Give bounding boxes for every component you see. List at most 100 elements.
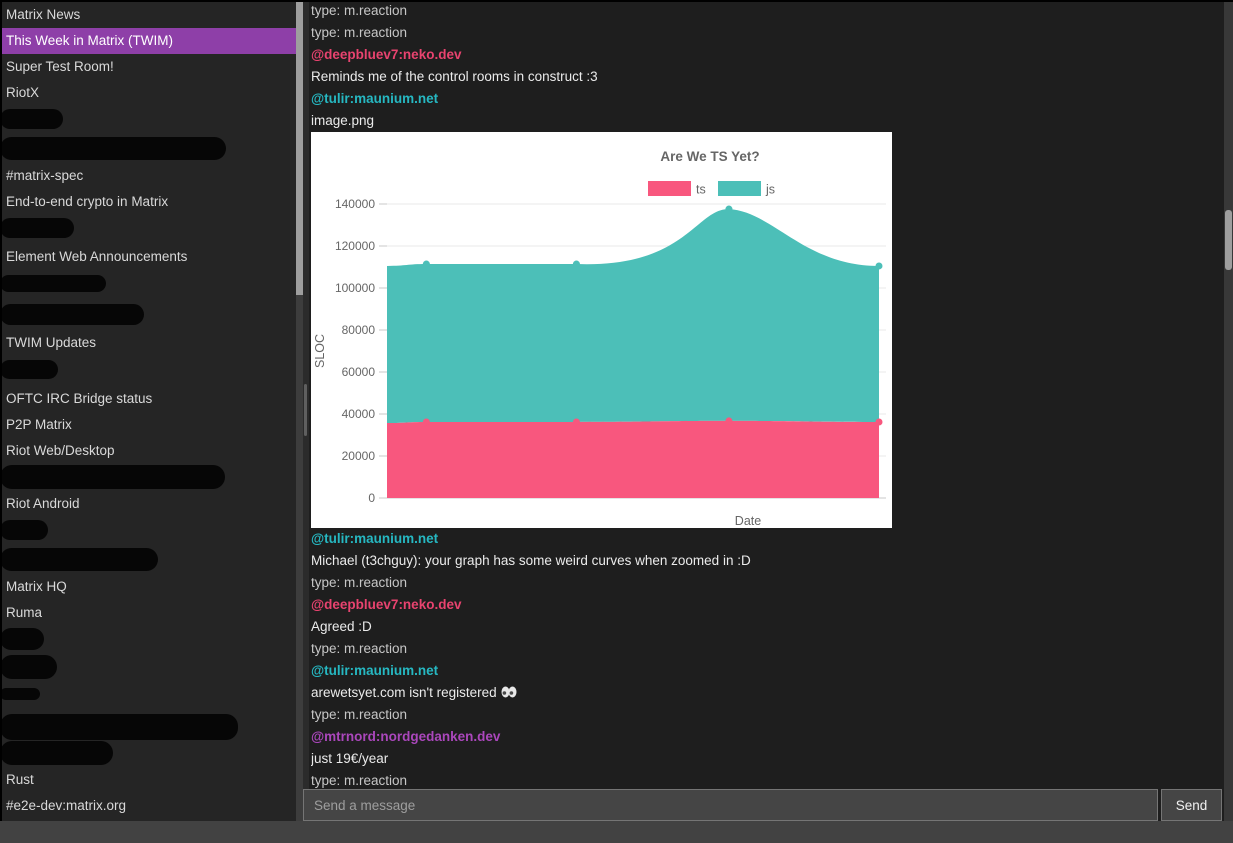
svg-text:0: 0 — [368, 491, 375, 505]
svg-text:120000: 120000 — [335, 239, 375, 253]
pane-splitter-grip[interactable] — [304, 384, 307, 436]
timeline-scrollbar-handle[interactable] — [1225, 210, 1232, 270]
message-body: Michael (t3chguy): your graph has some w… — [311, 550, 1224, 572]
room-item[interactable]: Super Test Room! — [0, 54, 296, 80]
sidebar-scrollbar[interactable] — [296, 0, 303, 821]
event-type-label: type: m.reaction — [311, 572, 1224, 594]
room-item[interactable]: OFTC IRC Bridge status — [0, 386, 296, 412]
sender-name[interactable]: @tulir:maunium.net — [311, 528, 1224, 550]
redaction-mark — [0, 304, 144, 325]
redaction-mark — [0, 548, 158, 571]
message-body: just 19€/year — [311, 748, 1224, 770]
message-body: arewetsyet.com isn't registered — [311, 682, 1224, 704]
room-item[interactable]: Ruma — [0, 600, 296, 626]
eyes-emoji — [501, 683, 517, 704]
message-body: Reminds me of the control rooms in const… — [311, 66, 1224, 88]
send-button[interactable]: Send — [1161, 789, 1222, 821]
room-item[interactable]: Rust — [0, 767, 296, 793]
message-body: Agreed :D — [311, 616, 1224, 638]
message-input[interactable] — [303, 789, 1158, 821]
room-item-redacted[interactable] — [0, 218, 296, 244]
room-item-redacted[interactable] — [0, 137, 296, 163]
room-item-redacted[interactable] — [0, 688, 296, 714]
room-item-redacted[interactable] — [0, 714, 296, 740]
window-left-edge — [0, 0, 2, 821]
message-text: type: m.reaction — [311, 25, 407, 40]
redaction-mark — [0, 465, 225, 489]
redaction-mark — [0, 360, 58, 379]
room-item[interactable]: #matrix-spec — [0, 163, 296, 189]
timeline-scrollbar[interactable] — [1224, 0, 1233, 821]
chart-image-attachment[interactable]: Are We TS Yet? ts js 0200004000060000800… — [311, 132, 892, 528]
room-item[interactable]: This Week in Matrix (TWIM) — [0, 28, 296, 54]
room-item-redacted[interactable] — [0, 655, 296, 681]
svg-text:140000: 140000 — [335, 197, 375, 211]
message-text: @deepbluev7:neko.dev — [311, 597, 461, 612]
sender-name[interactable]: @tulir:maunium.net — [311, 660, 1224, 682]
redaction-mark — [0, 655, 57, 679]
message-text: @mtrnord:nordgedanken.dev — [311, 729, 500, 744]
room-item-redacted[interactable] — [0, 465, 296, 491]
message-text: Agreed :D — [311, 619, 372, 634]
room-item-redacted[interactable] — [0, 520, 296, 546]
composer: Send — [303, 789, 1222, 821]
message-timeline: type: m.reaction type: m.reaction @deepblu… — [309, 0, 1224, 821]
legend-label-js: js — [765, 183, 775, 197]
redaction-mark — [0, 520, 48, 540]
message-text: type: m.reaction — [311, 3, 407, 18]
redaction-mark — [0, 714, 238, 740]
event-type-label: type: m.reaction — [311, 0, 1224, 22]
room-item-redacted[interactable] — [0, 548, 296, 574]
message-text: arewetsyet.com isn't registered — [311, 685, 497, 700]
are-we-ts-yet-chart: Are We TS Yet? ts js 0200004000060000800… — [311, 132, 892, 528]
sender-name[interactable]: @deepbluev7:neko.dev — [311, 594, 1224, 616]
message-text: @deepbluev7:neko.dev — [311, 47, 461, 62]
room-item[interactable]: TWIM Updates — [0, 330, 296, 356]
svg-text:80000: 80000 — [342, 323, 376, 337]
redaction-mark — [0, 218, 74, 238]
message-text: image.png — [311, 113, 374, 128]
room-item-redacted[interactable] — [0, 360, 296, 386]
sender-name[interactable]: @tulir:maunium.net — [311, 88, 1224, 110]
redaction-mark — [0, 137, 226, 160]
sender-name[interactable]: @deepbluev7:neko.dev — [311, 44, 1224, 66]
room-item-redacted[interactable] — [0, 275, 296, 301]
redaction-mark — [0, 688, 40, 700]
room-item[interactable]: Element Web Announcements — [0, 244, 296, 270]
room-item-redacted[interactable] — [0, 741, 296, 767]
ts-area-series — [387, 421, 879, 498]
room-item-redacted[interactable] — [0, 304, 296, 330]
svg-text:60000: 60000 — [342, 365, 376, 379]
room-item[interactable]: #e2e-dev:matrix.org — [0, 793, 296, 819]
svg-text:100000: 100000 — [335, 281, 375, 295]
room-item[interactable]: RiotX — [0, 80, 296, 106]
room-item[interactable]: Matrix HQ — [0, 574, 296, 600]
sender-name[interactable]: @mtrnord:nordgedanken.dev — [311, 726, 1224, 748]
message-text: type: m.reaction — [311, 641, 407, 656]
legend-swatch-ts — [648, 181, 691, 196]
room-item[interactable]: End-to-end crypto in Matrix — [0, 189, 296, 215]
event-type-label: type: m.reaction — [311, 704, 1224, 726]
room-item-redacted[interactable] — [0, 628, 296, 654]
message-text: @tulir:maunium.net — [311, 91, 438, 106]
room-item-redacted[interactable] — [0, 109, 296, 135]
message-text: just 19€/year — [311, 751, 388, 766]
message-text: type: m.reaction — [311, 575, 407, 590]
room-item[interactable]: Riot Web/Desktop — [0, 438, 296, 464]
legend-swatch-js — [718, 181, 761, 196]
bottom-strip — [0, 821, 1233, 843]
room-item[interactable]: P2P Matrix — [0, 412, 296, 438]
redaction-mark — [0, 628, 44, 650]
redaction-mark — [0, 741, 113, 765]
room-item[interactable]: Matrix News — [0, 2, 296, 28]
redaction-mark — [0, 109, 63, 129]
room-item[interactable]: Riot Android — [0, 491, 296, 517]
legend-label-ts: ts — [696, 183, 706, 197]
svg-text:40000: 40000 — [342, 407, 376, 421]
message-text: Michael (t3chguy): your graph has some w… — [311, 553, 751, 568]
sidebar-scrollbar-handle[interactable] — [296, 0, 303, 295]
y-axis-label: SLOC — [313, 334, 327, 368]
chart-title: Are We TS Yet? — [660, 149, 759, 164]
message-text: @tulir:maunium.net — [311, 663, 438, 678]
message-text: @tulir:maunium.net — [311, 531, 438, 546]
